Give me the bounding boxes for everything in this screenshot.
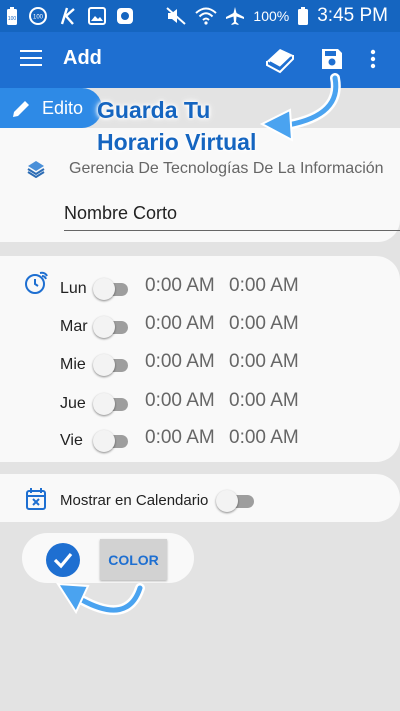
callout-line-1: Guarda Tu (97, 97, 211, 123)
tutorial-callout: Guarda Tu Horario Virtual (97, 94, 256, 158)
callout-line-2: Horario Virtual (97, 129, 257, 155)
